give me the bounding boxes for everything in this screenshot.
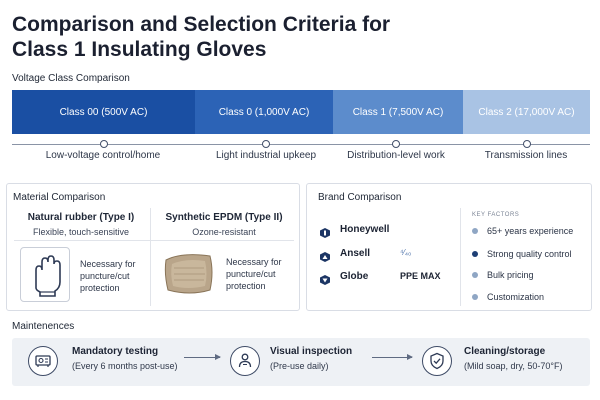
material-type-property: Flexible, touch-sensitive [32,227,130,237]
brand-row-globe: Globe [320,271,369,285]
globe-logo-icon [320,272,330,285]
shield-check-icon [422,346,452,376]
key-factor-text: Customization [487,292,545,302]
material-type-name: Synthetic EPDM (Type II) [165,212,283,223]
note-line: puncture/cut [226,269,276,279]
voltage-class-00: Class 00 (500V AC) [12,90,195,134]
brand-divider [460,208,461,306]
note-line: protection [80,283,120,293]
material-type-property: Ozone-resistant [192,227,256,237]
axis-marker [392,140,400,148]
brand-row-honeywell: Honeywell [320,224,390,238]
voltage-use-label: Low-voltage control/home [45,150,161,161]
note-line: puncture/cut [80,271,130,281]
note-line: Necessary for [80,259,136,269]
voltage-class-label: Class 00 (500V AC) [59,106,148,118]
voltage-class-label: Class 0 (1,000V AC) [218,106,310,118]
brand-name: Ansell [340,248,371,259]
material-section-label: Material Comparison [13,192,106,203]
ansell-logo-icon [320,249,330,262]
key-factor-item: Customization [472,292,544,302]
brand-name: Globe [340,271,369,282]
arrow-right-icon [184,354,221,360]
inspection-person-icon [230,346,260,376]
voltage-class-bar: Class 00 (500V AC) Class 0 (1,000V AC) C… [12,90,590,134]
ppe-max-mark: PPE MAX [400,271,441,281]
bullet-dot [472,228,478,234]
bullet-dot [472,251,478,257]
voltage-class-0: Class 0 (1,000V AC) [195,90,333,134]
voltage-use-label: Distribution-level work [347,150,445,161]
key-factors-heading: KEY FACTORS [472,212,520,218]
voltage-section-label: Voltage Class Comparison [12,73,130,84]
key-factor-text: Strong quality control [487,249,572,259]
axis-marker [523,140,531,148]
voltage-class-label: Class 1 (7,500V AC) [352,106,444,118]
note-line: protection [226,281,266,291]
maintenance-step-title: Visual inspection [270,346,353,357]
honeywell-logo-icon [320,225,330,238]
key-factor-item: Strong quality control [472,249,572,259]
page-title: Comparison and Selection Criteria for Cl… [12,13,391,61]
brand-section-label: Brand Comparison [318,192,402,203]
brand-name: Honeywell [340,224,390,235]
voltage-class-label: Class 2 (17,000V AC) [478,106,575,118]
maintenance-step-subtitle: (Pre-use daily) [270,361,329,371]
voltage-class-1: Class 1 (7,500V AC) [333,90,463,134]
note-line: Necessary for [226,257,282,267]
voltage-axis-line [12,144,590,145]
material-note: Necessary for puncture/cut protection [80,258,136,294]
key-factor-item: 65+ years experience [472,226,573,236]
brand-row-ansell: Ansell [320,248,371,262]
maintenance-step-subtitle: (Mild soap, dry, 50-70°F) [464,361,563,371]
bullet-dot [472,272,478,278]
material-divider [150,208,151,306]
fabric-swatch-icon [160,246,218,300]
key-factor-text: 65+ years experience [487,226,574,236]
material-note: Necessary for puncture/cut protection [226,256,282,292]
maintenance-step-subtitle: (Every 6 months post-use) [72,361,178,371]
glove-icon [20,247,70,302]
voltage-use-label: Transmission lines [484,150,568,161]
test-equipment-icon [28,346,58,376]
key-factor-text: Bulk pricing [487,270,534,280]
arrow-right-icon [372,354,413,360]
voltage-use-label: Light industrial upkeep [215,150,317,161]
bullet-dot [472,294,478,300]
maintenance-step-title: Cleaning/storage [464,346,546,357]
maintenance-section-label: Maintenences [12,321,75,332]
axis-marker [262,140,270,148]
ansell-mark: ⁴⁄₄₀ [400,248,412,257]
material-type-name: Natural rubber (Type I) [27,212,135,223]
axis-marker [100,140,108,148]
maintenance-step-title: Mandatory testing [72,346,159,357]
material-hdivider [14,240,294,241]
voltage-class-2: Class 2 (17,000V AC) [463,90,590,134]
key-factor-item: Bulk pricing [472,270,534,280]
